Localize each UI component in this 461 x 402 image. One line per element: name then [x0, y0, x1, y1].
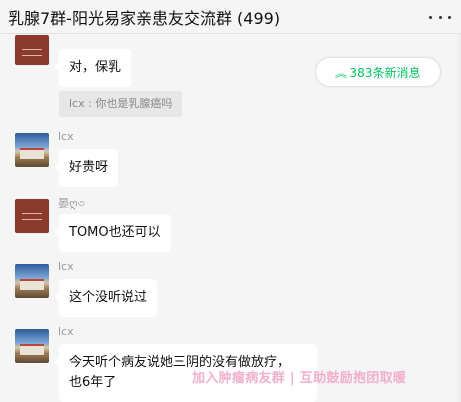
message-bubble[interactable]: 对，保乳 — [53, 49, 132, 87]
message-bubble[interactable]: 这个没听说过 — [53, 279, 158, 317]
avatar[interactable] — [15, 199, 49, 233]
quoted-text: lcx : 你也是乳腺癌吗 — [69, 97, 173, 110]
chat-title: 乳腺7群-阳光易家亲患友交流群 (499) — [8, 9, 281, 28]
avatar[interactable] — [15, 133, 49, 167]
sender-name: lcx — [58, 130, 74, 143]
quoted-message[interactable]: lcx : 你也是乳腺癌吗 — [59, 91, 183, 117]
message-text: 好贵呀 — [69, 160, 109, 175]
message-text: 这个没听说过 — [69, 290, 148, 305]
message-bubble[interactable]: TOMO也还可以 — [54, 214, 171, 252]
chat-header: 乳腺7群-阳光易家亲患友交流群 (499) — [0, 0, 461, 34]
new-messages-button[interactable]: ︽ 383条新消息 — [316, 58, 440, 86]
avatar[interactable] — [15, 329, 49, 363]
scrollbar[interactable] — [457, 34, 461, 402]
double-chevron-up-icon: ︽ — [334, 68, 347, 80]
more-options-icon[interactable] — [429, 10, 451, 24]
avatar[interactable] — [15, 264, 49, 298]
watermark: 加入肿瘤病友群 | 互助鼓励抱团取暖 — [192, 371, 407, 386]
sender-name: lcx — [58, 325, 74, 338]
sender-name: lcx — [58, 260, 74, 273]
message-bubble[interactable]: 好贵呀 — [53, 149, 119, 187]
message-text: TOMO也还可以 — [69, 225, 161, 240]
message-text: 对，保乳 — [69, 60, 122, 75]
new-messages-label: 383条新消息 — [349, 65, 421, 80]
avatar[interactable] — [15, 35, 49, 65]
sender-name: 晏ღ৩ — [58, 197, 85, 210]
